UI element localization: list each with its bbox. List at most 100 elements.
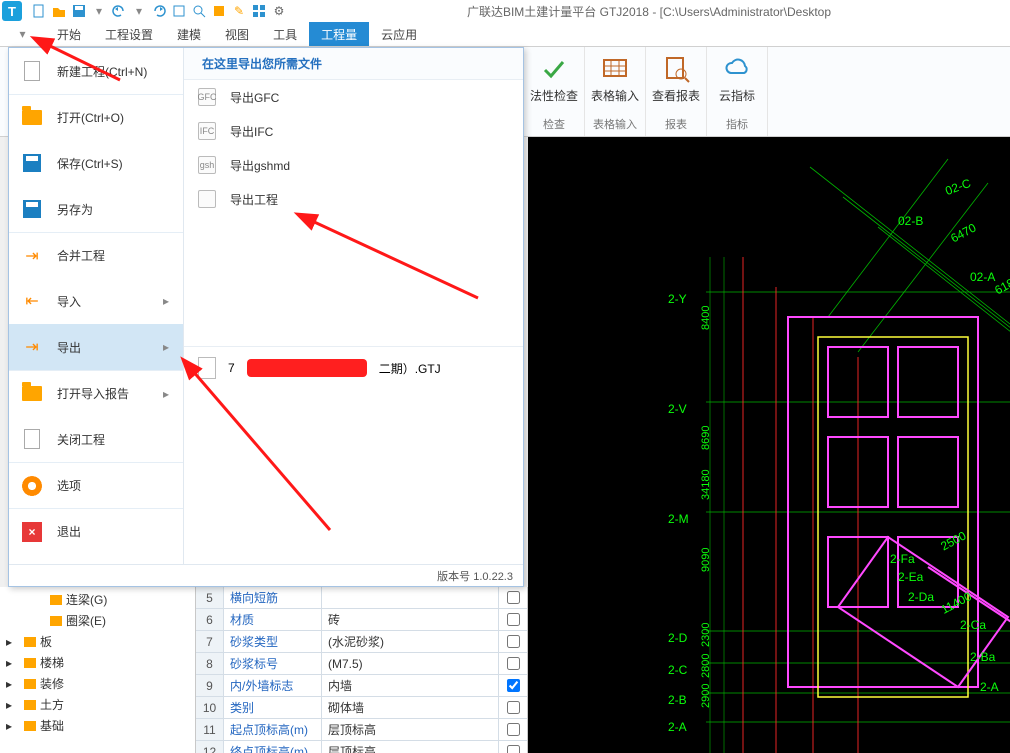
expand-icon[interactable]: ▸ [6,698,20,712]
menu-item[interactable]: 工程设置 [93,22,165,46]
property-checkbox[interactable] [499,631,527,652]
grid-icon[interactable] [250,2,268,20]
find-icon[interactable] [190,2,208,20]
submenu-item[interactable]: gsh导出gshmd [184,148,523,182]
property-row[interactable]: 6材质砖 [196,609,527,631]
menu-item[interactable]: 开始 [45,22,93,46]
tree-node[interactable]: ▸土方 [0,694,195,715]
tree-node[interactable]: ▸ 基础 [0,715,195,736]
tree-node[interactable]: 连梁(G) [0,589,195,610]
file-menu-item[interactable]: 另存为 [9,186,183,232]
property-value[interactable] [322,587,499,608]
axis-label: 2-M [668,512,689,526]
file-menu-item[interactable]: ⇥合并工程 [9,232,183,278]
property-checkbox[interactable] [499,653,527,674]
property-value[interactable]: (水泥砂浆) [322,631,499,652]
folder-icon [24,637,36,647]
property-row[interactable]: 12终点顶标高(m)层顶标高 [196,741,527,753]
file-menu-item[interactable]: 关闭工程 [9,416,183,462]
pencil-icon[interactable]: ✎ [230,2,248,20]
dimension-label: 8400 [700,306,712,330]
expand-icon[interactable]: ▸ [6,719,20,733]
redo-icon[interactable] [150,2,168,20]
cad-canvas[interactable]: 2-Y2-V2-M2-D2-C2-B2-A8400869034180909023… [528,137,1010,753]
property-value[interactable]: 砌体墙 [322,697,499,718]
file-menu-item[interactable]: 打开导入报告▸ [9,370,183,416]
gear-icon [21,475,43,497]
submenu-item[interactable]: GFC导出GFC [184,80,523,114]
tree-node-label: 装修 [40,675,64,692]
tree-node[interactable]: ▸板 [0,631,195,652]
row-number: 8 [196,653,224,674]
undo-icon[interactable] [110,2,128,20]
property-value[interactable]: 层顶标高 [322,719,499,740]
recent-file-item[interactable]: 7 二期）.GTJ [184,346,523,389]
calc-icon[interactable] [210,2,228,20]
property-row[interactable]: 9内/外墙标志内墙 [196,675,527,697]
menu-item[interactable]: 工具 [261,22,309,46]
submenu-header: 在这里导出您所需文件 [184,48,523,80]
dropdown-icon[interactable]: ▾ [90,2,108,20]
dimension-label: 34180 [700,469,712,500]
save-icon[interactable] [70,2,88,20]
property-row[interactable]: 5横向短筋 [196,587,527,609]
dropdown-icon[interactable]: ▾ [130,2,148,20]
folder-icon [24,721,36,731]
file-menu-item-label: 选项 [57,477,183,494]
menu-item[interactable]: 云应用 [369,22,429,46]
file-menu-item[interactable]: 保存(Ctrl+S) [9,140,183,186]
file-menu-item[interactable]: ×退出 [9,508,183,554]
property-row[interactable]: 11起点顶标高(m)层顶标高 [196,719,527,741]
file-menu-item[interactable]: ⇥导入▸ [9,278,183,324]
menu-item[interactable]: 工程量 [309,22,369,46]
document-icon [198,357,216,379]
property-checkbox[interactable] [499,675,527,696]
property-checkbox[interactable] [499,587,527,608]
folder-icon [21,383,43,405]
file-menu-item[interactable]: 选项 [9,462,183,508]
file-menu-item[interactable]: 新建工程(Ctrl+N) [9,48,183,94]
axis-label: 2-Da [908,590,934,604]
property-value[interactable]: (M7.5) [322,653,499,674]
property-checkbox[interactable] [499,697,527,718]
open-icon[interactable] [50,2,68,20]
property-row[interactable]: 7砂浆类型(水泥砂浆) [196,631,527,653]
cloud-index-button[interactable]: 云指标 [707,51,767,114]
view-report-button[interactable]: 查看报表 [646,51,706,114]
file-menu-item[interactable]: ⇥导出▸ [9,324,183,370]
new-icon[interactable] [30,2,48,20]
tool-icon[interactable] [170,2,188,20]
expand-icon[interactable]: ▸ [6,635,20,649]
property-value[interactable]: 内墙 [322,675,499,696]
property-row[interactable]: 10类别砌体墙 [196,697,527,719]
settings-icon[interactable]: ⚙ [270,2,288,20]
file-menu-dropdown[interactable]: ▾ [0,22,45,46]
property-row[interactable]: 8砂浆标号(M7.5) [196,653,527,675]
chevron-right-icon: ▸ [163,387,177,401]
expand-icon[interactable]: ▸ [6,656,20,670]
file-type-icon: GFC [198,88,216,106]
property-checkbox[interactable] [499,609,527,630]
axis-label: 2-Fa [890,552,915,566]
expand-icon[interactable]: ▸ [6,677,20,691]
row-number: 10 [196,697,224,718]
property-checkbox[interactable] [499,741,527,753]
tree-node[interactable]: 圈梁(E) [0,610,195,631]
submenu-item[interactable]: IFC导出IFC [184,114,523,148]
property-value[interactable]: 砖 [322,609,499,630]
validity-check-button[interactable]: 法性检查 [524,51,584,114]
tree-node[interactable]: ▸楼梯 [0,652,195,673]
tree-node-label: 基础 [40,717,64,734]
tree-node[interactable]: ▸ 装修 [0,673,195,694]
submenu-item[interactable]: 导出工程 [184,182,523,216]
app-logo[interactable]: T [2,1,22,21]
chevron-right-icon: ▸ [163,340,177,354]
property-value[interactable]: 层顶标高 [322,741,499,753]
file-menu-item[interactable]: 打开(Ctrl+O) [9,94,183,140]
property-checkbox[interactable] [499,719,527,740]
recent-file-prefix: 7 [228,361,235,375]
table-input-button[interactable]: 表格输入 [585,51,645,114]
menu-item[interactable]: 建模 [165,22,213,46]
dimension-label: 8690 [700,426,712,450]
menu-item[interactable]: 视图 [213,22,261,46]
